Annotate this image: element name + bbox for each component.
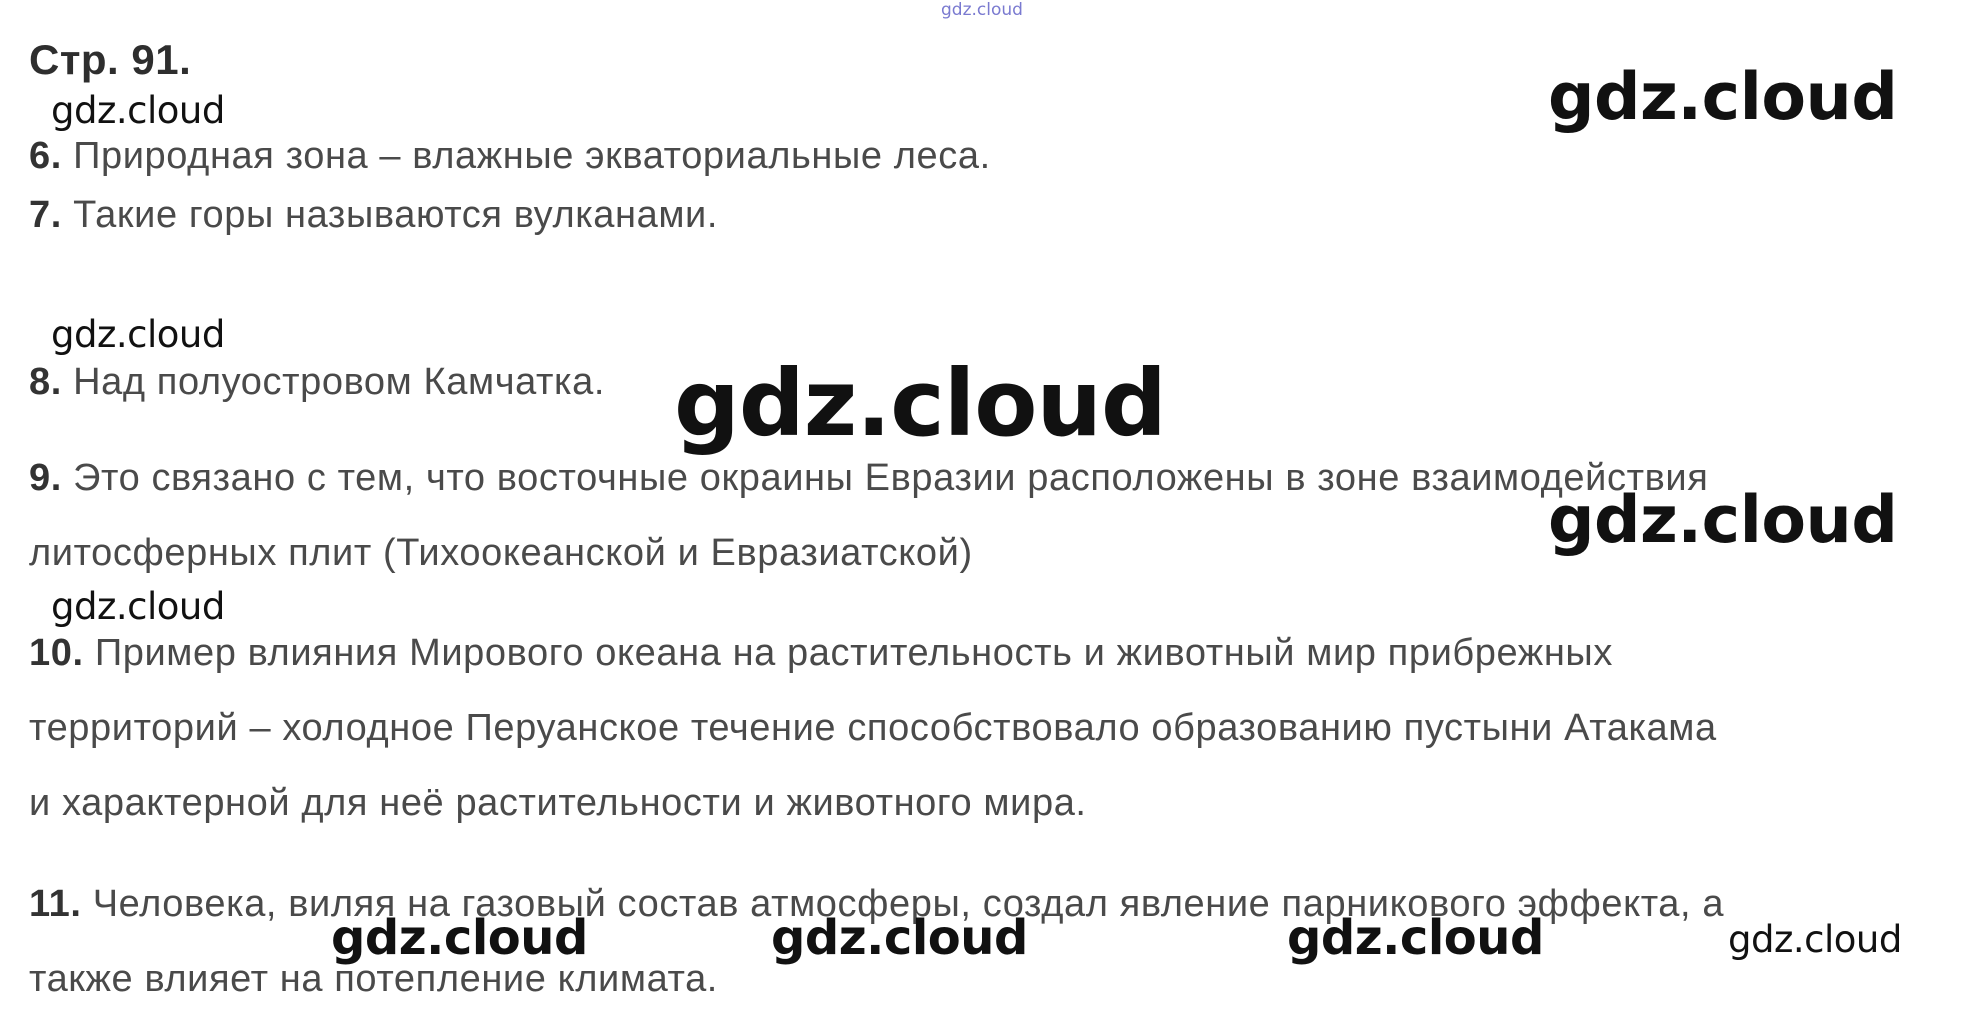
answer-text: литосферных плит (Тихоокеанской и Еврази… bbox=[29, 532, 973, 574]
watermark-bottom: gdz.cloud bbox=[771, 910, 1028, 966]
watermark-center: gdz.cloud bbox=[674, 350, 1167, 457]
answer-number: 7. bbox=[29, 194, 62, 236]
answer-text: территорий – холодное Перуанское течение… bbox=[29, 707, 1717, 749]
watermark-left: gdz.cloud bbox=[51, 89, 225, 132]
watermark-right: gdz.cloud bbox=[1548, 483, 1898, 558]
answer-text: и характерной для неё растительности и ж… bbox=[29, 782, 1087, 824]
answer-7: 7. Такие горы называются вулканами. bbox=[29, 178, 1954, 253]
watermark-right: gdz.cloud bbox=[1548, 60, 1898, 135]
page-title: Стр. 91. bbox=[29, 36, 192, 83]
watermark-bottom: gdz.cloud bbox=[331, 910, 588, 966]
watermark-bottom: gdz.cloud bbox=[1728, 918, 1902, 961]
answer-text: Это связано с тем, что восточные окраины… bbox=[73, 457, 1709, 499]
watermark-bottom: gdz.cloud bbox=[1287, 910, 1544, 966]
answer-number: 9. bbox=[29, 457, 62, 499]
watermark-left: gdz.cloud bbox=[51, 585, 225, 628]
answer-number: 8. bbox=[29, 361, 62, 403]
answer-page: Стр. 91. 6. Природная зона – влажные экв… bbox=[0, 0, 1962, 1025]
watermark-tiny: gdz.cloud bbox=[941, 0, 1023, 20]
answer-number: 6. bbox=[29, 135, 62, 177]
answer-text: Пример влияния Мирового океана на растит… bbox=[94, 632, 1613, 674]
answer-number: 11. bbox=[29, 883, 82, 925]
watermark-left: gdz.cloud bbox=[51, 313, 225, 356]
answer-text: Над полуостровом Камчатка. bbox=[73, 361, 605, 403]
answer-number: 10. bbox=[29, 632, 84, 674]
answer-text: Такие горы называются вулканами. bbox=[73, 194, 719, 236]
answer-10: 10. Пример влияния Мирового океана на ра… bbox=[29, 616, 1954, 841]
answer-text: Природная зона – влажные экваториальные … bbox=[73, 135, 991, 177]
